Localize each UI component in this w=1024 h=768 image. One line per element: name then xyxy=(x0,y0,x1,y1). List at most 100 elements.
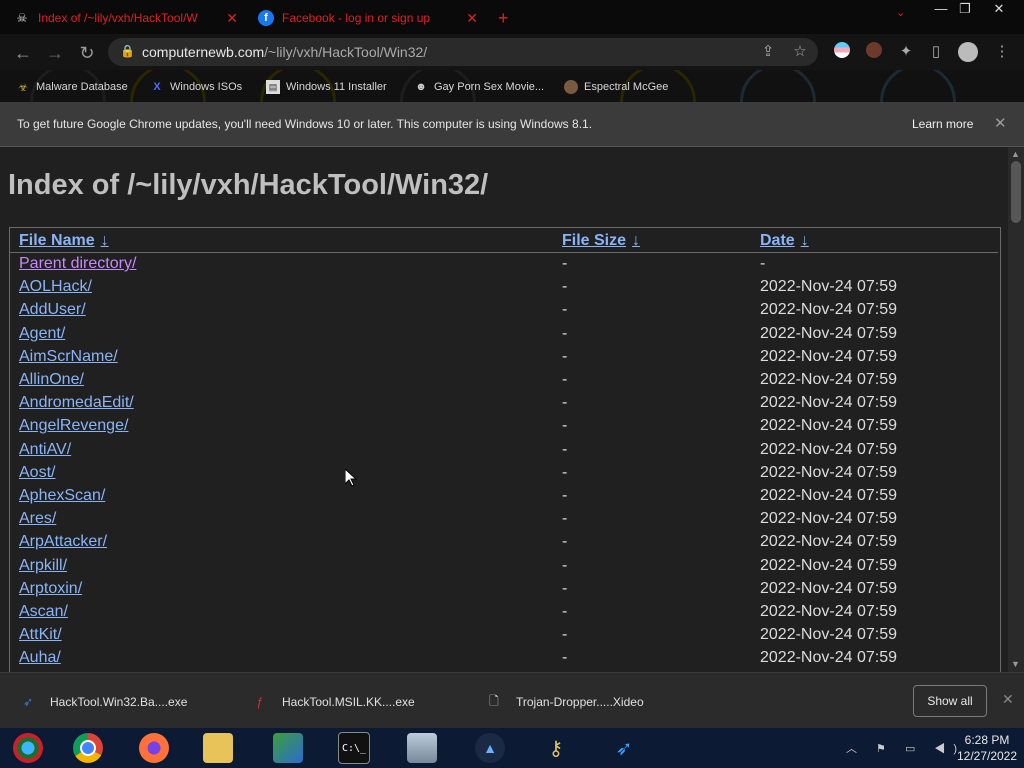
flag-extension-icon[interactable] xyxy=(832,42,852,62)
file-name-link[interactable]: AttKit/ xyxy=(19,626,62,644)
bird-icon: ➶ xyxy=(22,695,34,709)
header-divider xyxy=(10,252,998,253)
file-name-link[interactable]: Ares/ xyxy=(19,510,56,528)
forward-icon[interactable]: → xyxy=(44,42,66,64)
file-name-link[interactable]: AngelRevenge/ xyxy=(19,417,128,435)
table-row: AttKit/ - 2022-Nov-24 07:59 xyxy=(10,626,998,649)
facebook-icon: f xyxy=(258,10,274,26)
restore-button[interactable]: ❐ xyxy=(948,0,982,18)
scroll-down-icon[interactable]: ▼ xyxy=(1011,659,1020,669)
bookmark-windows-isos[interactable]: X Windows ISOs xyxy=(150,78,242,96)
close-window-button[interactable]: ✕ xyxy=(982,0,1016,18)
show-all-button[interactable]: Show all xyxy=(913,685,987,717)
table-row: AddUser/ - 2022-Nov-24 07:59 xyxy=(10,301,998,324)
extensions-puzzle-icon[interactable]: ✦ xyxy=(896,42,916,62)
taskbar-system-tool[interactable] xyxy=(394,730,450,766)
tab-index-of[interactable]: ☠ Index of /~lily/vxh/HackTool/W ✕ xyxy=(0,4,244,32)
file-size: - xyxy=(562,371,568,388)
file-name-link[interactable]: Auha/ xyxy=(19,649,61,667)
file-name-link[interactable]: AddUser/ xyxy=(19,301,86,319)
file-size: - xyxy=(562,278,568,296)
menu-kebab-icon[interactable]: ⋮ xyxy=(992,42,1012,62)
parent-directory-row: Parent directory/ - - xyxy=(10,255,998,278)
page-scrollbar[interactable]: ▲ ▼ xyxy=(1008,147,1024,672)
avatar-icon xyxy=(564,80,578,94)
new-tab-button[interactable]: + xyxy=(498,4,522,32)
flash-icon: ƒ xyxy=(256,695,264,709)
file-date: 2022-Nov-24 07:59 xyxy=(760,417,897,435)
side-panel-icon[interactable]: ▯ xyxy=(926,42,946,62)
download-item-hacktool-msil[interactable]: ƒ HackTool.MSIL.KK....exe xyxy=(252,693,415,711)
downloads-bar: ➶ HackTool.Win32.Ba....exe ƒ HackTool.MS… xyxy=(0,672,1024,729)
close-tab-icon[interactable]: ✕ xyxy=(466,10,478,27)
taskbar-file-explorer[interactable] xyxy=(190,730,246,766)
taskbar-network[interactable] xyxy=(260,730,316,766)
file-name-link[interactable]: Aost/ xyxy=(19,464,55,482)
bookmark-espectral-mcgee[interactable]: Espectral McGee xyxy=(564,78,668,96)
bookmark-gay-porn-sex-movie[interactable]: ☻ Gay Porn Sex Movie... xyxy=(414,78,544,96)
file-date: 2022-Nov-24 07:59 xyxy=(760,579,897,597)
bookmark-malware-database[interactable]: ☣ Malware Database xyxy=(16,78,128,96)
file-name-link[interactable]: Parent directory/ xyxy=(19,255,136,273)
file-name-link[interactable]: Arptoxin/ xyxy=(19,580,82,598)
taskbar-chrome[interactable] xyxy=(60,730,116,766)
scroll-up-icon[interactable]: ▲ xyxy=(1011,149,1020,159)
share-icon[interactable]: ⇪ xyxy=(758,42,778,62)
mascot-icon: ☻ xyxy=(415,81,427,93)
file-name-link[interactable]: Agent/ xyxy=(19,325,65,343)
infobar-close-icon[interactable]: ✕ xyxy=(994,114,1007,132)
file-explorer-icon xyxy=(203,733,233,763)
system-tray[interactable]: ︿ ⚑ ▭ ◀) xyxy=(846,740,965,756)
column-header-date[interactable]: Date ↓ xyxy=(760,232,809,250)
file-name-link[interactable]: Ascan/ xyxy=(19,603,68,621)
file-date: 2022-Nov-24 07:59 xyxy=(760,556,897,574)
keys-icon: ⚷ xyxy=(548,737,564,760)
taskbar-flame-app[interactable]: ▲ xyxy=(462,730,518,766)
table-row: ArpAttacker/ - 2022-Nov-24 07:59 xyxy=(10,533,998,556)
file-name-link[interactable]: AllinOne/ xyxy=(19,371,84,389)
bird-app-icon: ➶ xyxy=(615,737,633,760)
taskbar-firefox[interactable] xyxy=(126,730,182,766)
flame-app-icon: ▲ xyxy=(475,733,505,763)
file-size: - xyxy=(562,510,568,528)
profile-icon[interactable] xyxy=(958,42,978,62)
network-icon xyxy=(273,733,303,763)
file-name-link[interactable]: AimScrName/ xyxy=(19,348,118,366)
column-header-name[interactable]: File Name ↓ xyxy=(19,232,109,250)
download-item-trojan-dropper[interactable]: 🗋 Trojan-Dropper.....Xideo xyxy=(486,693,643,711)
tab-search-icon[interactable]: ⌄ xyxy=(896,6,905,19)
file-size: - xyxy=(562,487,568,504)
table-row: Arpkill/ - 2022-Nov-24 07:59 xyxy=(10,557,998,580)
taskbar-clock[interactable]: 6:28 PM 12/27/2022 xyxy=(955,732,1019,764)
address-bar[interactable]: 🔒 computernewb.com/~lily/vxh/HackTool/Wi… xyxy=(108,38,818,66)
file-name-link[interactable]: AOLHack/ xyxy=(19,278,92,296)
file-size: - xyxy=(562,301,568,319)
file-name-link[interactable]: ArpAttacker/ xyxy=(19,533,107,551)
file-name-link[interactable]: Arpkill/ xyxy=(19,557,67,575)
file-name-link[interactable]: AphexScan/ xyxy=(19,487,105,505)
bookmark-windows-11-installer[interactable]: ▤ Windows 11 Installer xyxy=(266,78,387,96)
taskbar-keys-app[interactable]: ⚷ xyxy=(528,730,584,766)
column-header-size[interactable]: File Size ↓ xyxy=(562,232,640,250)
sort-arrow-icon: ↓ xyxy=(800,232,809,249)
file-name-link[interactable]: AndromedaEdit/ xyxy=(19,394,134,412)
table-row: Arptoxin/ - 2022-Nov-24 07:59 xyxy=(10,580,998,603)
x-icon: X xyxy=(153,81,161,93)
start-button[interactable] xyxy=(0,730,56,766)
bookmark-star-icon[interactable]: ☆ xyxy=(790,42,810,62)
taskbar-command-prompt[interactable]: C:\_ xyxy=(326,730,382,766)
reload-icon[interactable]: ↻ xyxy=(76,42,98,64)
file-name-link[interactable]: AntiAV/ xyxy=(19,441,71,459)
file-size: - xyxy=(562,649,568,667)
taskbar-bird-app[interactable]: ➶ xyxy=(596,730,652,766)
column-header-label: Date xyxy=(760,232,795,249)
tab-facebook[interactable]: f Facebook - log in or sign up ✕ xyxy=(244,4,484,32)
back-icon[interactable]: ← xyxy=(12,42,34,64)
downloads-close-icon[interactable]: ✕ xyxy=(1002,691,1014,708)
extension-avatar-icon[interactable] xyxy=(864,42,884,62)
close-tab-icon[interactable]: ✕ xyxy=(226,10,238,27)
scrollbar-thumb[interactable] xyxy=(1011,161,1021,223)
bookmark-label: Windows 11 Installer xyxy=(286,81,387,93)
download-item-hacktool-win32[interactable]: ➶ HackTool.Win32.Ba....exe xyxy=(20,693,187,711)
learn-more-link[interactable]: Learn more xyxy=(912,117,973,131)
